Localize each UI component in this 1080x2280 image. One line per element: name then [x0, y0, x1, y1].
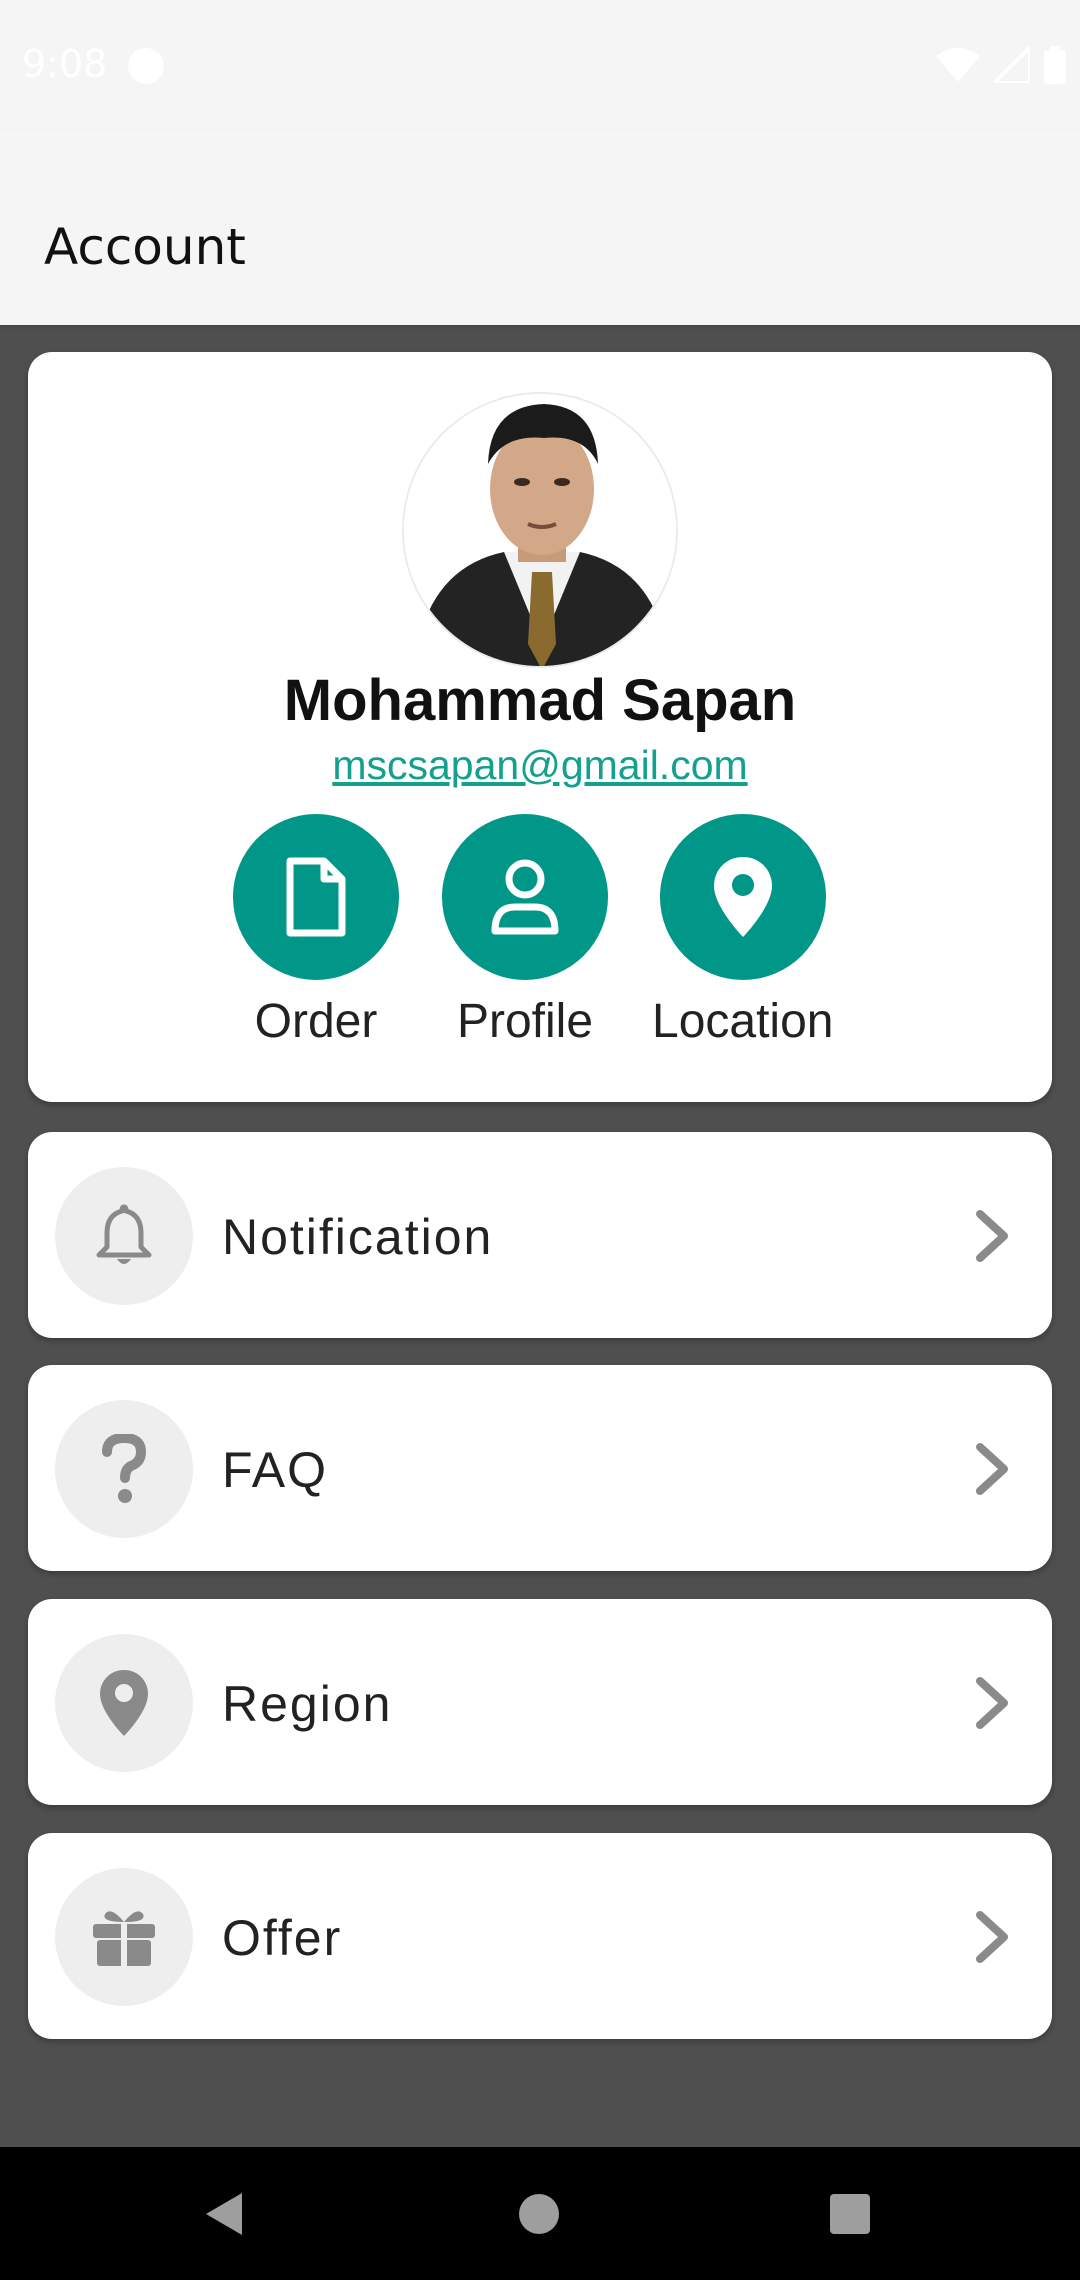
battery-icon: [1044, 46, 1066, 84]
order-action[interactable]: Order: [233, 814, 399, 1049]
profile-button[interactable]: [442, 814, 608, 980]
menu-item-faq[interactable]: FAQ: [28, 1365, 1052, 1571]
wifi-icon: [936, 48, 980, 82]
question-icon: [102, 1434, 147, 1503]
notification-icon-bg: [55, 1167, 193, 1305]
profile-action[interactable]: Profile: [442, 814, 608, 1049]
location-pin-icon: [713, 857, 772, 937]
app-bar: Account: [0, 130, 1080, 325]
avatar-photo: [404, 394, 676, 666]
file-icon: [286, 857, 346, 937]
page-title: Account: [44, 218, 246, 276]
profile-card: Mohammad Sapan mscsapan@gmail.com Order …: [28, 352, 1052, 1102]
location-button[interactable]: [659, 814, 826, 980]
system-nav-bar: [0, 2147, 1080, 2280]
profile-name: Mohammad Sapan: [283, 668, 797, 733]
chevron-right-icon: [976, 1911, 1008, 1963]
location-action[interactable]: Location: [652, 814, 833, 1049]
location-label: Location: [652, 995, 834, 1048]
avatar[interactable]: [402, 392, 678, 668]
person-icon: [491, 859, 559, 935]
chevron-right-icon: [976, 1443, 1008, 1495]
app-notification-icon: [128, 48, 164, 84]
status-time: 9:08: [22, 42, 108, 86]
chevron-right-icon: [976, 1210, 1008, 1262]
recents-icon[interactable]: [829, 2193, 871, 2235]
menu-item-region[interactable]: Region: [28, 1599, 1052, 1805]
order-label: Order: [254, 995, 378, 1048]
menu-label: FAQ: [222, 1442, 329, 1498]
profile-label: Profile: [456, 995, 594, 1048]
signal-icon: [994, 47, 1030, 83]
gift-icon: [93, 1911, 155, 1966]
order-button[interactable]: [233, 814, 399, 980]
status-icons: [936, 46, 1066, 84]
menu-label: Offer: [222, 1910, 343, 1966]
menu-item-offer[interactable]: Offer: [28, 1833, 1052, 2039]
chevron-right-icon: [976, 1677, 1008, 1729]
profile-email-link[interactable]: mscsapan@gmail.com: [28, 742, 1052, 789]
bell-icon: [96, 1204, 152, 1264]
menu-item-notification[interactable]: Notification: [28, 1132, 1052, 1338]
region-icon-bg: [55, 1634, 193, 1772]
menu-label: Notification: [222, 1209, 494, 1265]
home-icon[interactable]: [518, 2193, 560, 2235]
back-icon[interactable]: [204, 2191, 244, 2237]
faq-icon-bg: [55, 1400, 193, 1538]
offer-icon-bg: [55, 1868, 193, 2006]
location-pin-icon: [100, 1670, 148, 1736]
status-bar: 9:08: [0, 0, 1080, 130]
menu-label: Region: [222, 1676, 393, 1732]
